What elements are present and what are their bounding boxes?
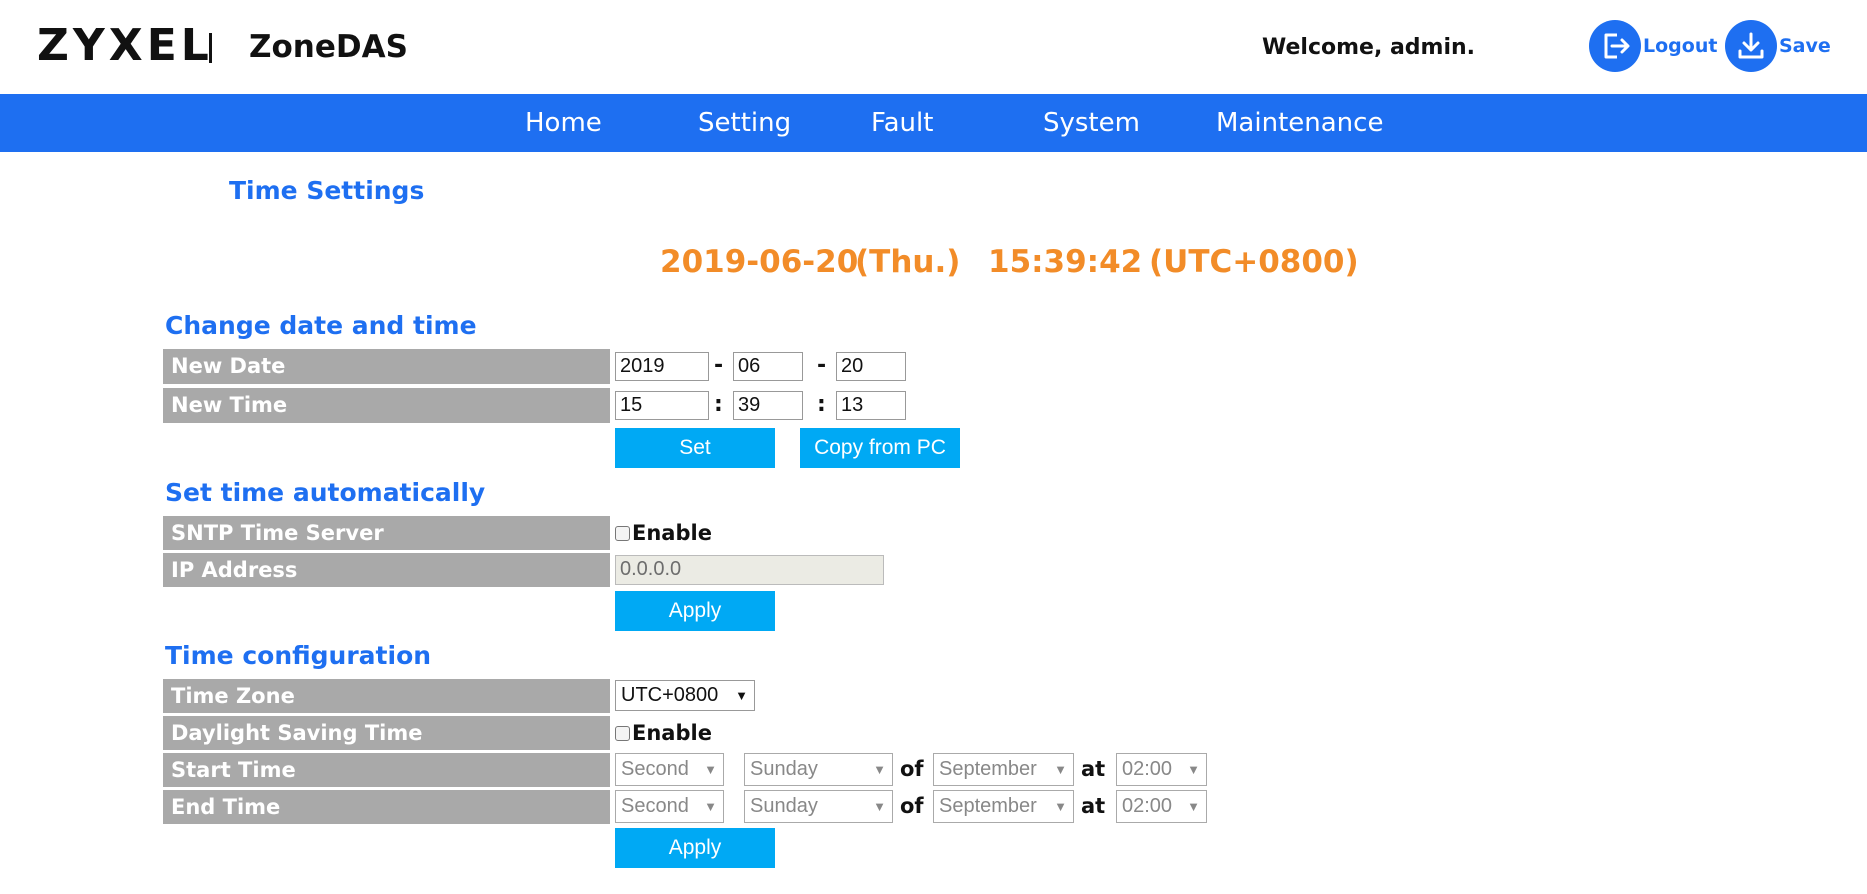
start-month-select[interactable]: September ▼ <box>933 753 1074 786</box>
chevron-down-icon: ▼ <box>1187 762 1200 777</box>
second-input[interactable]: 13 <box>836 391 906 420</box>
time-zone-label: Time Zone <box>163 679 610 713</box>
dst-enable-checkbox[interactable]: Enable <box>615 719 712 747</box>
chevron-down-icon: ▼ <box>873 762 886 777</box>
chevron-down-icon: ▼ <box>735 688 748 703</box>
start-week-select[interactable]: Second ▼ <box>615 753 724 786</box>
hour-input[interactable]: 15 <box>615 391 709 420</box>
date-separator: - <box>714 353 724 378</box>
end-week-value: Second <box>621 795 689 817</box>
new-time-label: New Time <box>163 388 610 423</box>
ip-address-input: 0.0.0.0 <box>615 555 884 585</box>
end-weekday-select[interactable]: Sunday ▼ <box>744 790 893 823</box>
checkbox-box[interactable] <box>615 725 630 741</box>
apply-sntp-button[interactable]: Apply <box>615 591 775 631</box>
set-button[interactable]: Set <box>615 428 775 468</box>
start-weekday-select[interactable]: Sunday ▼ <box>744 753 893 786</box>
logout-label: Logout <box>1643 35 1718 57</box>
section-change-date-time: Change date and time <box>165 311 477 340</box>
download-icon <box>1725 20 1777 72</box>
of-label: of <box>900 757 924 781</box>
product-name: ZoneDAS <box>249 29 408 65</box>
section-time-config: Time configuration <box>165 641 432 670</box>
apply-time-config-button[interactable]: Apply <box>615 828 775 868</box>
nav-maintenance[interactable]: Maintenance <box>1216 94 1383 152</box>
header: ZYXEL ZoneDAS Welcome, admin. Logout Sav… <box>0 0 1867 94</box>
start-hour-value: 02:00 <box>1122 758 1173 780</box>
sntp-label: SNTP Time Server <box>163 516 610 550</box>
section-auto-time: Set time automatically <box>165 478 486 507</box>
start-hour-select[interactable]: 02:00 ▼ <box>1116 753 1207 786</box>
clock-date: 2019-06-20 <box>660 244 859 280</box>
clock-timezone: (UTC+0800) <box>1149 244 1359 280</box>
chevron-down-icon: ▼ <box>1054 799 1067 814</box>
chevron-down-icon: ▼ <box>873 799 886 814</box>
main-nav: Home Setting Fault System Maintenance <box>0 94 1867 152</box>
at-label: at <box>1081 794 1106 818</box>
nav-setting[interactable]: Setting <box>698 94 791 152</box>
welcome-text: Welcome, admin. <box>1262 35 1476 60</box>
dst-label: Daylight Saving Time <box>163 716 610 750</box>
of-label: of <box>900 794 924 818</box>
new-date-label: New Date <box>163 349 610 384</box>
time-separator: : <box>817 392 826 417</box>
zyxel-logo: ZYXEL <box>37 20 213 71</box>
start-week-value: Second <box>621 758 689 780</box>
enable-label: Enable <box>632 521 712 545</box>
day-input[interactable]: 20 <box>836 352 906 381</box>
end-hour-value: 02:00 <box>1122 795 1173 817</box>
start-time-label: Start Time <box>163 753 610 787</box>
end-hour-select[interactable]: 02:00 ▼ <box>1116 790 1207 823</box>
ip-address-label: IP Address <box>163 553 610 587</box>
start-weekday-value: Sunday <box>750 758 818 780</box>
page-title: Time Settings <box>229 176 425 205</box>
save-label: Save <box>1779 35 1831 57</box>
logout-icon <box>1589 20 1641 72</box>
enable-label: Enable <box>632 721 712 745</box>
clock-time: 15:39:42 <box>988 244 1143 280</box>
sntp-enable-checkbox[interactable]: Enable <box>615 519 712 547</box>
copy-from-pc-button[interactable]: Copy from PC <box>800 428 960 468</box>
end-time-label: End Time <box>163 790 610 824</box>
nav-fault[interactable]: Fault <box>871 94 933 152</box>
year-input[interactable]: 2019 <box>615 352 709 381</box>
clock-day: (Thu.) <box>855 244 961 280</box>
chevron-down-icon: ▼ <box>1187 799 1200 814</box>
nav-home[interactable]: Home <box>525 94 602 152</box>
nav-system[interactable]: System <box>1043 94 1140 152</box>
minute-input[interactable]: 39 <box>733 391 803 420</box>
date-separator: - <box>817 353 827 378</box>
chevron-down-icon: ▼ <box>704 762 717 777</box>
at-label: at <box>1081 757 1106 781</box>
checkbox-box[interactable] <box>615 525 630 541</box>
month-input[interactable]: 06 <box>733 352 803 381</box>
logout-button[interactable]: Logout <box>1589 20 1717 72</box>
end-month-value: September <box>939 795 1037 817</box>
time-zone-select[interactable]: UTC+0800 ▼ <box>615 680 755 711</box>
save-button[interactable]: Save <box>1725 20 1831 72</box>
end-month-select[interactable]: September ▼ <box>933 790 1074 823</box>
time-separator: : <box>714 392 723 417</box>
chevron-down-icon: ▼ <box>704 799 717 814</box>
end-week-select[interactable]: Second ▼ <box>615 790 724 823</box>
start-month-value: September <box>939 758 1037 780</box>
end-weekday-value: Sunday <box>750 795 818 817</box>
logo-divider <box>209 33 212 63</box>
time-zone-value: UTC+0800 <box>621 684 719 706</box>
chevron-down-icon: ▼ <box>1054 762 1067 777</box>
